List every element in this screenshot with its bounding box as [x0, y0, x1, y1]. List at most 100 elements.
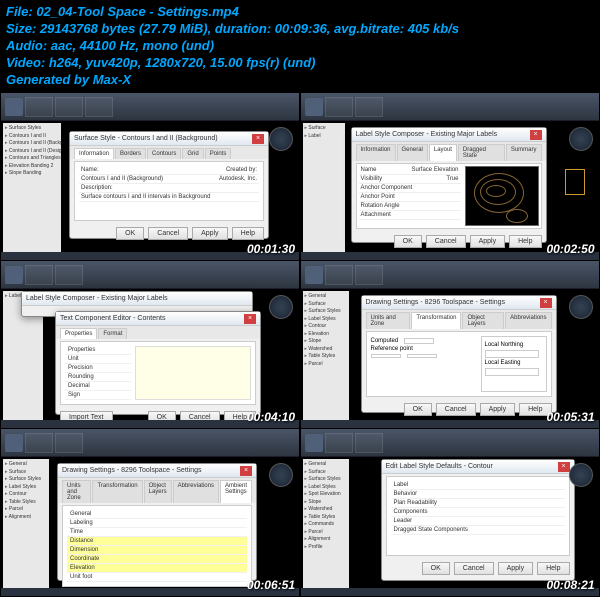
- toolspace-tree: Surface Styles Contours I and II Contour…: [3, 123, 61, 253]
- close-icon[interactable]: ×: [240, 466, 252, 476]
- tab-summary[interactable]: Summary: [506, 144, 542, 161]
- cancel-button[interactable]: Cancel: [454, 562, 494, 575]
- audio-line: Audio: aac, 44100 Hz, mono (und): [6, 38, 594, 55]
- tab-layers[interactable]: Object Layers: [144, 480, 172, 503]
- close-icon[interactable]: ×: [244, 314, 256, 324]
- ok-button[interactable]: OK: [394, 235, 422, 248]
- input[interactable]: [485, 350, 539, 358]
- tab-contours[interactable]: Contours: [147, 148, 181, 159]
- close-icon[interactable]: ×: [530, 130, 542, 140]
- tab-information[interactable]: Information: [74, 148, 114, 159]
- dialog-body: Label Behavior Plan Readability Componen…: [386, 476, 570, 556]
- dialog-title-text: Drawing Settings - 8296 Toolspace - Sett…: [62, 467, 202, 474]
- prop-highlighted: Elevation: [67, 564, 247, 573]
- app-icon: [5, 98, 23, 116]
- tab-layers[interactable]: Object Layers: [462, 312, 504, 329]
- tab-transformation[interactable]: Transformation: [411, 312, 461, 329]
- tab-units[interactable]: Units and Zone: [62, 480, 91, 503]
- tab-info[interactable]: Information: [356, 144, 396, 161]
- dialog-titlebar: Edit Label Style Defaults - Contour ×: [382, 460, 574, 474]
- properties-panel: Properties Unit Precision Rounding Decim…: [65, 346, 131, 400]
- prop: Unit foot: [67, 573, 247, 582]
- input[interactable]: [485, 368, 539, 376]
- prop-val: Contours I and II (Background)Autodesk, …: [79, 175, 259, 184]
- field: [371, 354, 437, 358]
- prop: Components: [391, 508, 565, 517]
- cancel-button[interactable]: Cancel: [426, 235, 466, 248]
- dialog-tabs: Properties Format: [56, 326, 260, 339]
- apply-button[interactable]: Apply: [480, 403, 516, 416]
- text-editor-dialog: Text Component Editor - Contents × Prope…: [55, 311, 261, 415]
- ok-button[interactable]: OK: [116, 227, 144, 240]
- tab-transformation[interactable]: Transformation: [92, 480, 142, 503]
- tab-abbrev[interactable]: Abbreviations: [173, 480, 219, 503]
- tab-layout[interactable]: Layout: [429, 144, 457, 161]
- generated-line: Generated by Max-X: [6, 72, 594, 89]
- timestamp: 00:02:50: [546, 242, 594, 256]
- tab-grid[interactable]: Grid: [182, 148, 203, 159]
- app-ribbon: [1, 93, 299, 121]
- help-button[interactable]: Help: [232, 227, 264, 240]
- prop-desc-val: Surface contours I and II intervals in B…: [79, 193, 259, 202]
- text-editor-area[interactable]: [135, 346, 251, 400]
- ok-button[interactable]: OK: [404, 403, 432, 416]
- tab-format[interactable]: Format: [98, 328, 127, 339]
- apply-button[interactable]: Apply: [192, 227, 228, 240]
- cancel-button[interactable]: Cancel: [436, 403, 476, 416]
- toolspace-tree: General Surface Surface Styles Label Sty…: [303, 459, 349, 589]
- close-icon[interactable]: ×: [252, 134, 264, 144]
- left-fields: Computed Reference point: [371, 336, 437, 392]
- local-coords-box: Local Northing Local Easting: [481, 336, 547, 392]
- prop: NameSurface Elevation: [359, 166, 461, 175]
- tab-borders[interactable]: Borders: [115, 148, 146, 159]
- prop: Rotation Angle: [359, 202, 461, 211]
- close-icon[interactable]: ×: [540, 298, 552, 308]
- app-ribbon: [301, 93, 599, 121]
- timestamp: 00:06:51: [247, 578, 295, 592]
- selection-box: [565, 169, 585, 195]
- prop-desc: Description:: [79, 184, 259, 193]
- ribbon-tab: [355, 433, 383, 453]
- app-ribbon: [1, 261, 299, 289]
- prop-highlighted: Distance: [67, 537, 247, 546]
- timestamp: 00:05:31: [546, 410, 594, 424]
- apply-button[interactable]: Apply: [498, 562, 534, 575]
- viewcube: [569, 295, 593, 319]
- tab-properties[interactable]: Properties: [60, 328, 97, 339]
- dialog-body: Name:Created by: Contours I and II (Back…: [74, 161, 264, 221]
- cancel-button[interactable]: Cancel: [148, 227, 188, 240]
- surface-style-dialog: Surface Style - Contours I and II (Backg…: [69, 131, 269, 239]
- ribbon-tab: [55, 433, 83, 453]
- prop: Time: [67, 528, 247, 537]
- prop: Label: [391, 481, 565, 490]
- help-button[interactable]: Help: [537, 562, 569, 575]
- tab-dragged[interactable]: Dragged State: [458, 144, 505, 161]
- prop: Dragged State Components: [391, 526, 565, 535]
- dialog-buttons: OK Cancel Apply Help: [352, 231, 546, 252]
- prop-highlighted: Dimension: [67, 546, 247, 555]
- thumbnail-1: Surface Styles Contours I and II Contour…: [1, 93, 299, 260]
- ribbon-tab: [25, 433, 53, 453]
- dialog-tabs: Information General Layout Dragged State…: [352, 142, 546, 161]
- prop: General: [67, 510, 247, 519]
- ribbon-tab: [355, 265, 383, 285]
- tab-units[interactable]: Units and Zone: [366, 312, 411, 329]
- toolspace-tree: Surface Label: [303, 123, 345, 253]
- tab-ambient[interactable]: Ambient Settings: [220, 480, 252, 503]
- tab-abbrev[interactable]: Abbreviations: [505, 312, 551, 329]
- ok-button[interactable]: OK: [422, 562, 450, 575]
- tab-general[interactable]: General: [397, 144, 428, 161]
- tab-points[interactable]: Points: [205, 148, 232, 159]
- prop: Attachment: [359, 211, 461, 220]
- dialog-title-text: Label Style Composer - Existing Major La…: [26, 295, 168, 302]
- help-button[interactable]: Help: [509, 235, 541, 248]
- dialog-titlebar: Label Style Composer - Existing Major La…: [22, 292, 252, 306]
- dialog-body: NameSurface Elevation VisibilityTrue Anc…: [356, 163, 542, 229]
- ribbon-tab: [325, 97, 353, 117]
- dialog-title-text: Surface Style - Contours I and II (Backg…: [74, 135, 218, 142]
- close-icon[interactable]: ×: [558, 462, 570, 472]
- apply-button[interactable]: Apply: [470, 235, 506, 248]
- ribbon-tab: [355, 97, 383, 117]
- viewcube: [569, 463, 593, 487]
- dialog-buttons: OK Cancel Apply Help: [382, 558, 574, 579]
